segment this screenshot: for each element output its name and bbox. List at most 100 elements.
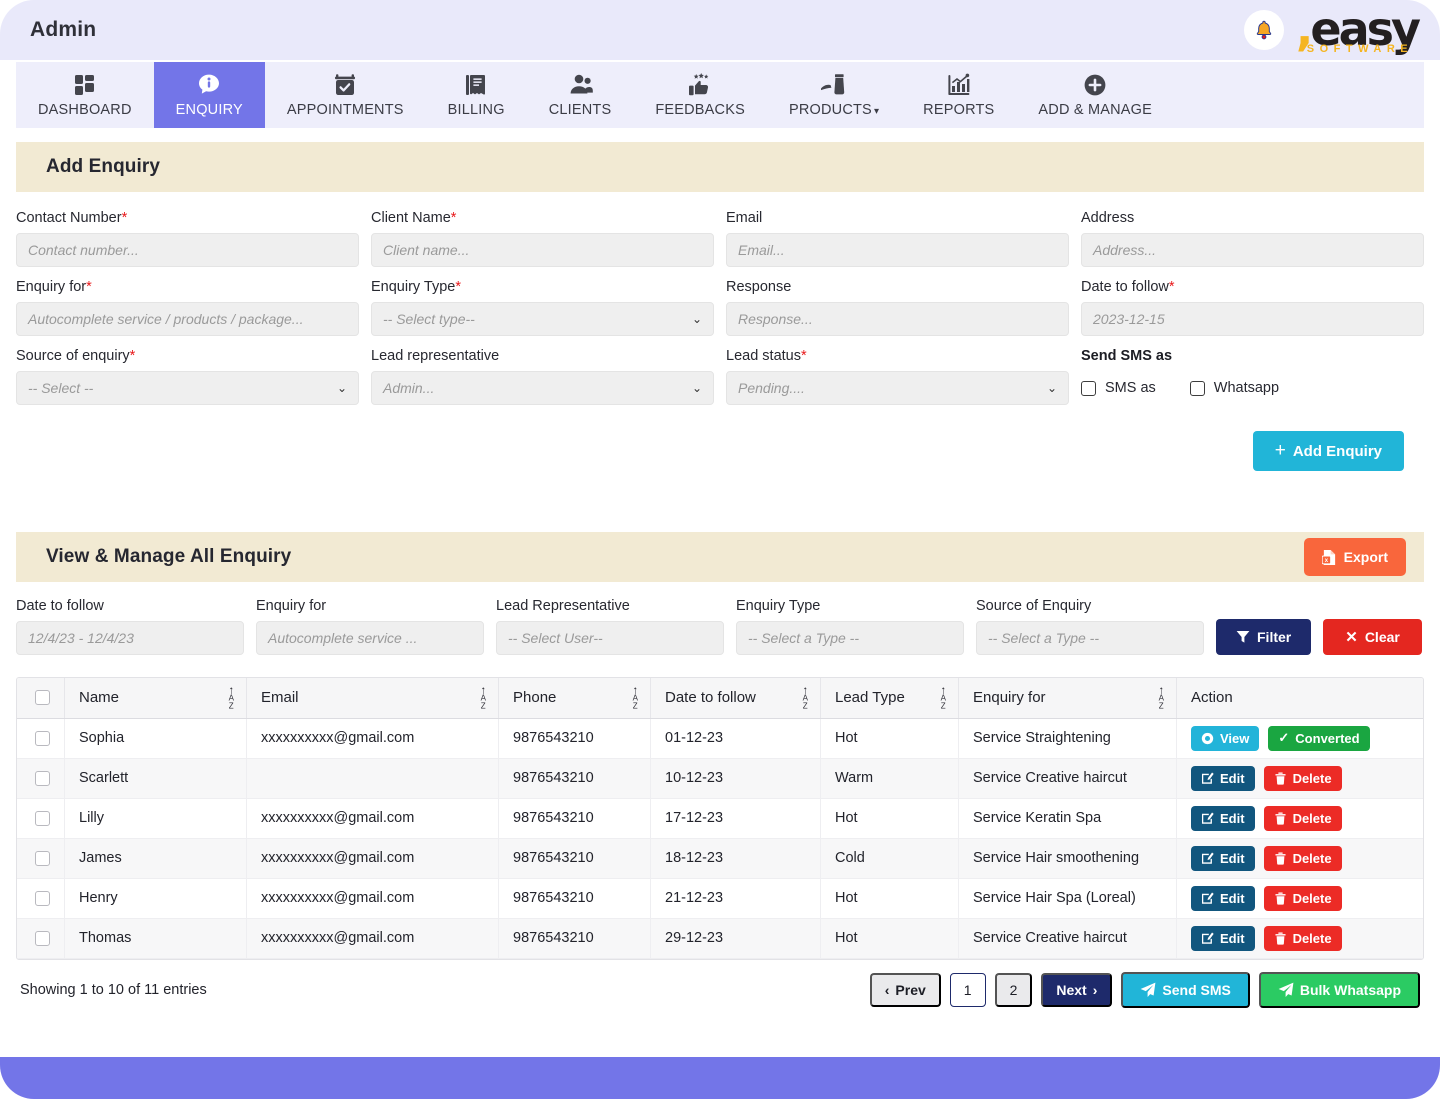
field-enquiry-type: Enquiry Type* -- Select type-- ⌄: [371, 279, 714, 336]
nav-tab-clients[interactable]: CLIENTS: [527, 62, 634, 128]
sort-icon[interactable]: ↑AZ: [633, 685, 639, 710]
nav-tab-label: ADD & MANAGE: [1038, 102, 1152, 118]
trash-icon: [1274, 772, 1287, 785]
nav-tab-add-and-manage[interactable]: ADD & MANAGE: [1016, 62, 1174, 128]
row-checkbox[interactable]: [35, 771, 50, 786]
export-button[interactable]: x Export: [1304, 538, 1406, 576]
enquiry-type-select[interactable]: -- Select type-- ⌄: [371, 302, 714, 336]
send-sms-as-label: Send SMS as: [1081, 348, 1424, 364]
header-name[interactable]: Name ↑AZ: [65, 678, 247, 718]
delete-button[interactable]: Delete: [1264, 806, 1342, 831]
email-input[interactable]: Email...: [726, 233, 1069, 267]
checkbox-sms-as[interactable]: SMS as: [1081, 380, 1156, 396]
nav-tab-feedbacks[interactable]: FEEDBACKS: [633, 62, 767, 128]
nav-tab-billing[interactable]: BILLING: [426, 62, 527, 128]
filter-button[interactable]: Filter: [1216, 619, 1311, 655]
cell-date: 21-12-23: [651, 878, 821, 918]
pagination-prev-button[interactable]: ‹ Prev: [870, 973, 941, 1007]
main-nav: DASHBOARD ENQUIRY APPOINT: [16, 62, 1424, 128]
lead-representative-select[interactable]: Admin... ⌄: [371, 371, 714, 405]
filter-date-input[interactable]: 12/4/23 - 12/4/23: [16, 621, 244, 655]
manage-section-title: View & Manage All Enquiry: [46, 546, 291, 568]
source-of-enquiry-select[interactable]: -- Select -- ⌄: [16, 371, 359, 405]
row-checkbox[interactable]: [35, 731, 50, 746]
thumbs-up-stars-icon: [687, 72, 713, 98]
cell-date: 10-12-23: [651, 758, 821, 798]
nav-tab-products[interactable]: PRODUCTS▾: [767, 62, 901, 128]
table-row: Lilly xxxxxxxxxx@gmail.com 9876543210 17…: [17, 798, 1423, 838]
pagination-next-button[interactable]: Next ›: [1041, 973, 1112, 1007]
nav-tab-reports[interactable]: REPORTS: [901, 62, 1016, 128]
lead-status-select[interactable]: Pending.... ⌄: [726, 371, 1069, 405]
row-checkbox[interactable]: [35, 811, 50, 826]
sort-icon[interactable]: ↑AZ: [481, 685, 487, 710]
required-mark: *: [455, 279, 461, 295]
sort-icon[interactable]: ↑AZ: [1159, 685, 1165, 710]
cell-action: Edit Delete: [1177, 878, 1424, 918]
response-input[interactable]: Response...: [726, 302, 1069, 336]
edit-button[interactable]: Edit: [1191, 886, 1255, 911]
field-send-sms-as: Send SMS as SMS as Whatsapp: [1081, 348, 1424, 405]
edit-button[interactable]: Edit: [1191, 846, 1255, 871]
row-checkbox[interactable]: [35, 931, 50, 946]
bulk-whatsapp-button[interactable]: Bulk Whatsapp: [1259, 972, 1420, 1008]
delete-button[interactable]: Delete: [1264, 926, 1342, 951]
checkbox-box[interactable]: [1081, 381, 1096, 396]
checkbox-whatsapp[interactable]: Whatsapp: [1190, 380, 1279, 396]
select-all-checkbox[interactable]: [35, 690, 50, 705]
delete-button[interactable]: Delete: [1264, 766, 1342, 791]
nav-tab-enquiry[interactable]: ENQUIRY: [154, 62, 265, 128]
notification-bell-button[interactable]: [1244, 10, 1284, 50]
header-date-to-follow[interactable]: Date to follow ↑AZ: [651, 678, 821, 718]
edit-button[interactable]: Edit: [1191, 806, 1255, 831]
view-button[interactable]: View: [1191, 726, 1259, 751]
header-enquiry-for[interactable]: Enquiry for ↑AZ: [959, 678, 1177, 718]
filter-source-of-enquiry-select[interactable]: -- Select a Type --: [976, 621, 1204, 655]
filter-enquiry-for: Enquiry for Autocomplete service ...: [256, 598, 484, 655]
nav-tab-dashboard[interactable]: DASHBOARD: [16, 62, 154, 128]
pagination-page-2[interactable]: 2: [995, 973, 1033, 1007]
address-input[interactable]: Address...: [1081, 233, 1424, 267]
row-checkbox-cell[interactable]: [17, 878, 65, 918]
delete-button[interactable]: Delete: [1264, 886, 1342, 911]
chevron-down-icon: ▾: [874, 106, 879, 117]
row-checkbox-cell[interactable]: [17, 918, 65, 958]
row-checkbox[interactable]: [35, 891, 50, 906]
filter-enquiry-type-select[interactable]: -- Select a Type --: [736, 621, 964, 655]
row-checkbox-cell[interactable]: [17, 718, 65, 758]
contact-number-input[interactable]: Contact number...: [16, 233, 359, 267]
converted-button[interactable]: ✓ Converted: [1268, 726, 1369, 751]
filter-lead-representative-select[interactable]: -- Select User--: [496, 621, 724, 655]
row-checkbox[interactable]: [35, 851, 50, 866]
checkbox-box[interactable]: [1190, 381, 1205, 396]
row-action-group: Edit Delete: [1191, 766, 1409, 791]
header-label: Phone: [513, 689, 556, 706]
sort-icon[interactable]: ↑AZ: [229, 685, 235, 710]
client-name-input[interactable]: Client name...: [371, 233, 714, 267]
cell-date: 18-12-23: [651, 838, 821, 878]
row-checkbox-cell[interactable]: [17, 758, 65, 798]
delete-button[interactable]: Delete: [1264, 846, 1342, 871]
edit-button[interactable]: Edit: [1191, 766, 1255, 791]
sort-icon[interactable]: ↑AZ: [803, 685, 809, 710]
header-select-all[interactable]: [17, 678, 65, 718]
header-email[interactable]: Email ↑AZ: [247, 678, 499, 718]
row-checkbox-cell[interactable]: [17, 798, 65, 838]
cell-email: xxxxxxxxxx@gmail.com: [247, 718, 499, 758]
enquiry-for-input[interactable]: Autocomplete service / products / packag…: [16, 302, 359, 336]
cell-phone: 9876543210: [499, 718, 651, 758]
header-phone[interactable]: Phone ↑AZ: [499, 678, 651, 718]
send-sms-button[interactable]: Send SMS: [1121, 972, 1249, 1008]
edit-button[interactable]: Edit: [1191, 926, 1255, 951]
add-enquiry-section-header: Add Enquiry: [16, 142, 1424, 192]
table-row: Scarlett 9876543210 10-12-23 Warm Servic…: [17, 758, 1423, 798]
clear-button[interactable]: ✕ Clear: [1323, 619, 1422, 655]
add-enquiry-button[interactable]: + Add Enquiry: [1253, 431, 1404, 471]
pagination-page-1[interactable]: 1: [950, 973, 986, 1007]
nav-tab-appointments[interactable]: APPOINTMENTS: [265, 62, 426, 128]
row-checkbox-cell[interactable]: [17, 838, 65, 878]
header-lead-type[interactable]: Lead Type ↑AZ: [821, 678, 959, 718]
filter-enquiry-for-input[interactable]: Autocomplete service ...: [256, 621, 484, 655]
date-to-follow-input[interactable]: 2023-12-15: [1081, 302, 1424, 336]
sort-icon[interactable]: ↑AZ: [941, 685, 947, 710]
